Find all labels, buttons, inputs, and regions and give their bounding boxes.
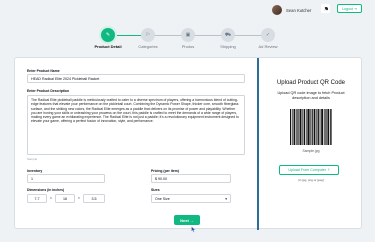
step-label: Product Detail [94, 44, 122, 49]
pricing-label: Pricing (per item) [151, 169, 179, 173]
logout-icon: ⇥ [353, 6, 357, 11]
theme-toggle-button[interactable] [321, 4, 330, 13]
pricing-input[interactable]: $ 90.00 [151, 174, 231, 183]
barcode-image [289, 108, 333, 148]
height-input[interactable]: 3.5 [83, 194, 105, 203]
arrow-right-icon: → [189, 217, 194, 223]
sizes-label: Sizes [151, 188, 160, 192]
step-shipping[interactable]: ⛟ Shipping [206, 28, 250, 49]
upload-from-computer-button[interactable]: Upload From Computer ⤒ [279, 165, 339, 175]
product-name-input[interactable]: HEAD Radical Elite 2024 Pickleball Racke… [27, 74, 245, 83]
check-icon: ✓ [261, 28, 275, 42]
product-form-card: Enter Product Name HEAD Radical Elite 20… [14, 57, 362, 230]
sizes-value: One Size [155, 196, 170, 201]
edit-icon: ✎ [101, 28, 115, 42]
step-photos[interactable]: ▣ Photos [166, 28, 210, 49]
next-label: Next [180, 217, 189, 223]
qr-panel-description: Upload QR code image to fetch Product de… [277, 91, 345, 100]
description-label: Enter Product Description [27, 89, 70, 93]
dimensions-label: Dimensions (in inches) [27, 188, 65, 192]
product-name-label: Enter Product Name [27, 69, 60, 73]
moon-icon [323, 6, 328, 11]
width-input[interactable]: 16 [55, 194, 75, 203]
length-input[interactable]: 7.7 [27, 194, 47, 203]
step-label: Photos [181, 44, 195, 49]
inventory-input[interactable]: 1 [27, 174, 105, 183]
description-textarea[interactable]: The Radical Elite pickleball paddle is m… [27, 95, 245, 155]
avatar [272, 5, 282, 15]
chevron-down-icon: ▾ [225, 196, 227, 201]
step-ad-review[interactable]: ✓ Ad Review [246, 28, 290, 49]
user-menu[interactable]: Sean Kutcher [272, 5, 311, 15]
upload-format-note: (in jpg, png or jpeg) [298, 178, 324, 182]
sample-file-name: Sample.jpg [302, 149, 320, 153]
step-label: Shipping [220, 44, 236, 49]
description-hint: Sample [27, 157, 38, 161]
mouse-cursor-icon [191, 226, 196, 233]
inventory-label: Inventory [27, 169, 43, 173]
upload-label: Upload From Computer [288, 168, 326, 172]
step-label: Categories [138, 44, 158, 49]
upload-icon: ⤒ [327, 168, 330, 172]
product-detail-form: Enter Product Name HEAD Radical Elite 20… [15, 58, 257, 230]
sizes-select[interactable]: One Size ▾ [151, 194, 231, 203]
step-label: Ad Review [258, 44, 278, 49]
dimension-separator: x [78, 196, 80, 200]
truck-icon: ⛟ [221, 28, 235, 42]
category-icon: ⚐ [141, 28, 155, 42]
next-button[interactable]: Next → [174, 215, 200, 225]
photo-icon: ▣ [181, 28, 195, 42]
step-categories[interactable]: ⚐ Categories [126, 28, 170, 49]
progress-stepper: ✎ Product Detail ⚐ Categories ▣ Photos ⛟… [86, 28, 282, 50]
user-name: Sean Kutcher [286, 7, 312, 13]
step-product-detail[interactable]: ✎ Product Detail [86, 28, 130, 49]
logout-label: Logout [341, 6, 353, 11]
logout-button[interactable]: Logout ⇥ [337, 4, 362, 13]
qr-panel-title: Upload Product QR Code [276, 80, 346, 86]
dimension-separator: x [50, 196, 52, 200]
